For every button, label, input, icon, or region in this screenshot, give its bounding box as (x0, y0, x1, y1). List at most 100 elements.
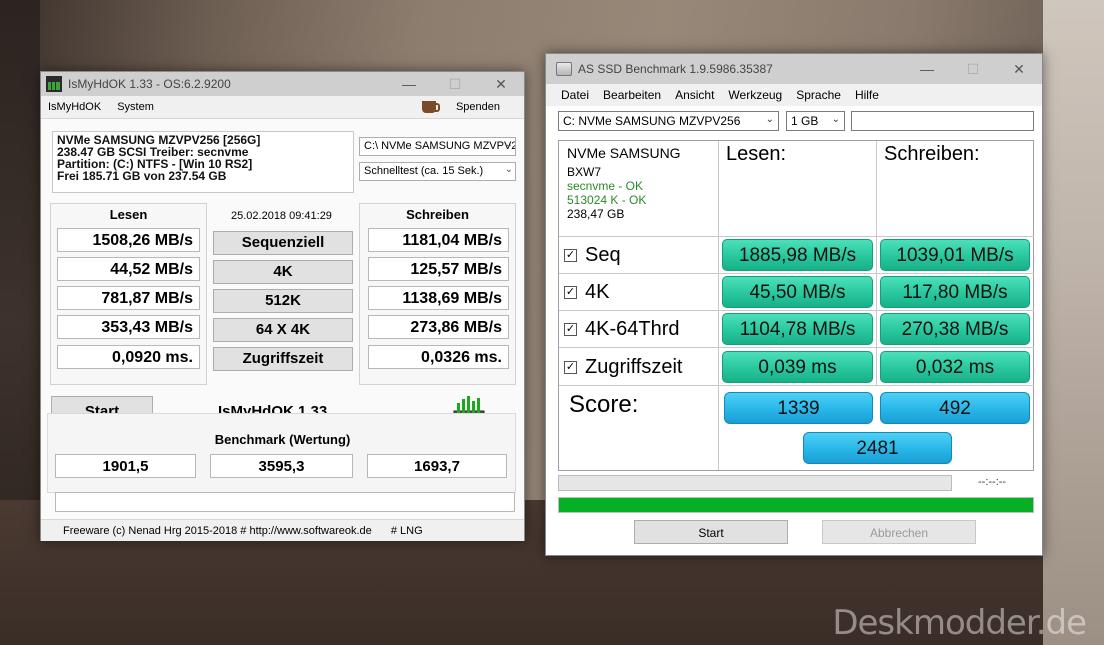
checkbox-checked-icon[interactable]: ✓ (564, 360, 577, 374)
row-label: Zugriffszeit (585, 355, 683, 378)
status-text[interactable]: Freeware (c) Nenad Hrg 2015-2018 # http:… (63, 525, 372, 537)
schreiben-value: 1138,69 MB/s (368, 286, 509, 310)
asssd-text-field[interactable] (851, 111, 1034, 131)
ismyhdok-title: IsMyHdOK 1.33 - OS:6.2.9200 (68, 77, 231, 91)
lesen-value: 781,87 MB/s (57, 286, 200, 310)
row-4k64-label[interactable]: ✓ 4K-64Thrd (564, 311, 680, 348)
test-label-sequenziell[interactable]: Sequenziell (213, 231, 353, 255)
chevron-down-icon: ⌄ (504, 164, 513, 175)
row-4k-label[interactable]: ✓ 4K (564, 274, 609, 311)
menu-ismyhdok[interactable]: IsMyHdOK (48, 101, 101, 113)
lesen-value: 1508,26 MB/s (57, 228, 200, 252)
overall-progress-fill (559, 498, 1033, 512)
schreiben-value: 273,86 MB/s (368, 315, 509, 339)
background-window-right (1043, 0, 1104, 645)
seq-write-result: 1039,01 MB/s (880, 239, 1030, 271)
device-firmware: BXW7 (567, 165, 602, 179)
test-mode-select[interactable]: Schnelltest (ca. 15 Sek.) ⌄ (359, 162, 516, 181)
abort-button[interactable]: Abbrechen (822, 520, 976, 544)
ismyhdok-titlebar[interactable]: IsMyHdOK 1.33 - OS:6.2.9200 — ☐ ✕ (41, 72, 524, 96)
device-info-cell: NVMe SAMSUNG BXW7 secnvme - OK 513024 K … (559, 141, 719, 237)
close-button[interactable]: ✕ (478, 76, 524, 93)
benchmark-read-score: 1901,5 (55, 454, 196, 478)
row-seq-label[interactable]: ✓ Seq (564, 237, 621, 274)
drive-select-value: C:\ NVMe SAMSUNG MZVPV256 (364, 140, 516, 152)
schreiben-panel: Schreiben 1181,04 MB/s 125,57 MB/s 1138,… (359, 203, 516, 385)
menu-sprache[interactable]: Sprache (796, 88, 841, 102)
menu-datei[interactable]: Datei (561, 88, 589, 102)
lesen-column-header: Lesen: (719, 141, 877, 237)
asssd-titlebar[interactable]: AS SSD Benchmark 1.9.5986.35387 — ☐ ✕ (546, 54, 1042, 84)
4k64-write-result: 270,38 MB/s (880, 313, 1030, 345)
test-mode-value: Schnelltest (ca. 15 Sek.) (364, 165, 484, 177)
maximize-button[interactable]: ☐ (950, 61, 996, 78)
schreiben-value: 125,57 MB/s (368, 257, 509, 281)
ismyhdok-menubar: IsMyHdOK System Spenden (41, 96, 524, 118)
row-label: Seq (585, 244, 621, 266)
row-label: 4K-64Thrd (585, 318, 680, 340)
row-label: 4K (585, 281, 610, 303)
score-total: 2481 (803, 432, 952, 464)
test-label-4k[interactable]: 4K (213, 260, 353, 284)
lesen-value: 44,52 MB/s (57, 257, 200, 281)
spenden-label: Spenden (455, 101, 500, 113)
schreiben-header: Schreiben: (884, 143, 980, 165)
elapsed-time: --:--:-- (978, 476, 1007, 488)
asssd-drive-select[interactable]: C: NVMe SAMSUNG MZVPV256 ⌄ (558, 111, 779, 131)
benchmark-panel (47, 413, 516, 493)
asssd-window: AS SSD Benchmark 1.9.5986.35387 — ☐ ✕ Da… (545, 53, 1043, 556)
watermark-logo: Deskmodder.de (832, 603, 1087, 643)
ismyhdok-window: IsMyHdOK 1.33 - OS:6.2.9200 — ☐ ✕ IsMyHd… (40, 71, 525, 541)
benchmark-write-score: 1693,7 (367, 454, 507, 478)
seq-read-result: 1885,98 MB/s (722, 239, 873, 271)
access-write-result: 0,032 ms (880, 351, 1030, 383)
4k-read-result: 45,50 MB/s (722, 276, 873, 308)
language-link[interactable]: # LNG (391, 525, 423, 537)
ismyhdok-statusbar: Freeware (c) Nenad Hrg 2015-2018 # http:… (41, 519, 524, 541)
test-label-512k[interactable]: 512K (213, 289, 353, 313)
test-label-64x4k[interactable]: 64 X 4K (213, 318, 353, 342)
results-grid: NVMe SAMSUNG BXW7 secnvme - OK 513024 K … (558, 140, 1034, 471)
row-access-label[interactable]: ✓ Zugriffszeit (564, 348, 682, 386)
alignment-status: 513024 K - OK (567, 193, 647, 207)
asssd-start-button[interactable]: Start (634, 520, 788, 544)
asssd-app-icon (556, 62, 572, 76)
menu-hilfe[interactable]: Hilfe (855, 88, 879, 102)
benchmark-header: Benchmark (Wertung) (214, 432, 351, 447)
menu-system[interactable]: System (117, 101, 154, 113)
lesen-header: Lesen (109, 207, 148, 222)
disk-info-line: Frei 185.71 GB von 237.54 GB (57, 169, 227, 183)
schreiben-column-header: Schreiben: (877, 141, 1034, 237)
checkbox-checked-icon[interactable]: ✓ (564, 249, 577, 262)
chevron-down-icon: ⌄ (504, 139, 513, 150)
minimize-button[interactable]: — (386, 76, 432, 92)
chevron-down-icon: ⌄ (831, 114, 840, 125)
4k-write-result: 117,80 MB/s (880, 276, 1030, 308)
test-label-zugriffszeit[interactable]: Zugriffszeit (213, 347, 353, 371)
close-button[interactable]: ✕ (996, 61, 1042, 78)
lesen-header: Lesen: (726, 143, 787, 165)
schreiben-value: 1181,04 MB/s (368, 228, 509, 252)
menu-ansicht[interactable]: Ansicht (675, 88, 714, 102)
current-test-progress (558, 475, 952, 491)
coffee-icon (421, 101, 440, 113)
overall-progress-bar (558, 497, 1034, 513)
disk-info-box: NVMe SAMSUNG MZVPV256 [256G] 238.47 GB S… (52, 131, 354, 193)
asssd-body: C: NVMe SAMSUNG MZVPV256 ⌄ 1 GB ⌄ NVMe S… (546, 106, 1042, 555)
menu-bearbeiten[interactable]: Bearbeiten (603, 88, 661, 102)
spenden-link[interactable]: Spenden (421, 101, 516, 113)
asssd-drive-value: C: NVMe SAMSUNG MZVPV256 (563, 114, 741, 128)
drive-select[interactable]: C:\ NVMe SAMSUNG MZVPV256 ⌄ (359, 137, 516, 156)
menu-werkzeug[interactable]: Werkzeug (728, 88, 782, 102)
chevron-down-icon: ⌄ (765, 114, 774, 125)
checkbox-checked-icon[interactable]: ✓ (564, 323, 577, 336)
device-name: NVMe SAMSUNG (567, 145, 681, 161)
test-size-select[interactable]: 1 GB ⌄ (786, 111, 845, 131)
benchmark-total-score: 3595,3 (210, 454, 353, 478)
checkbox-checked-icon[interactable]: ✓ (564, 286, 577, 299)
lesen-value: 0,0920 ms. (57, 345, 200, 369)
maximize-button[interactable]: ☐ (432, 76, 478, 93)
minimize-button[interactable]: — (904, 61, 950, 77)
asssd-menubar: Datei Bearbeiten Ansicht Werkzeug Sprach… (546, 84, 1042, 106)
4k64-read-result: 1104,78 MB/s (722, 313, 873, 345)
